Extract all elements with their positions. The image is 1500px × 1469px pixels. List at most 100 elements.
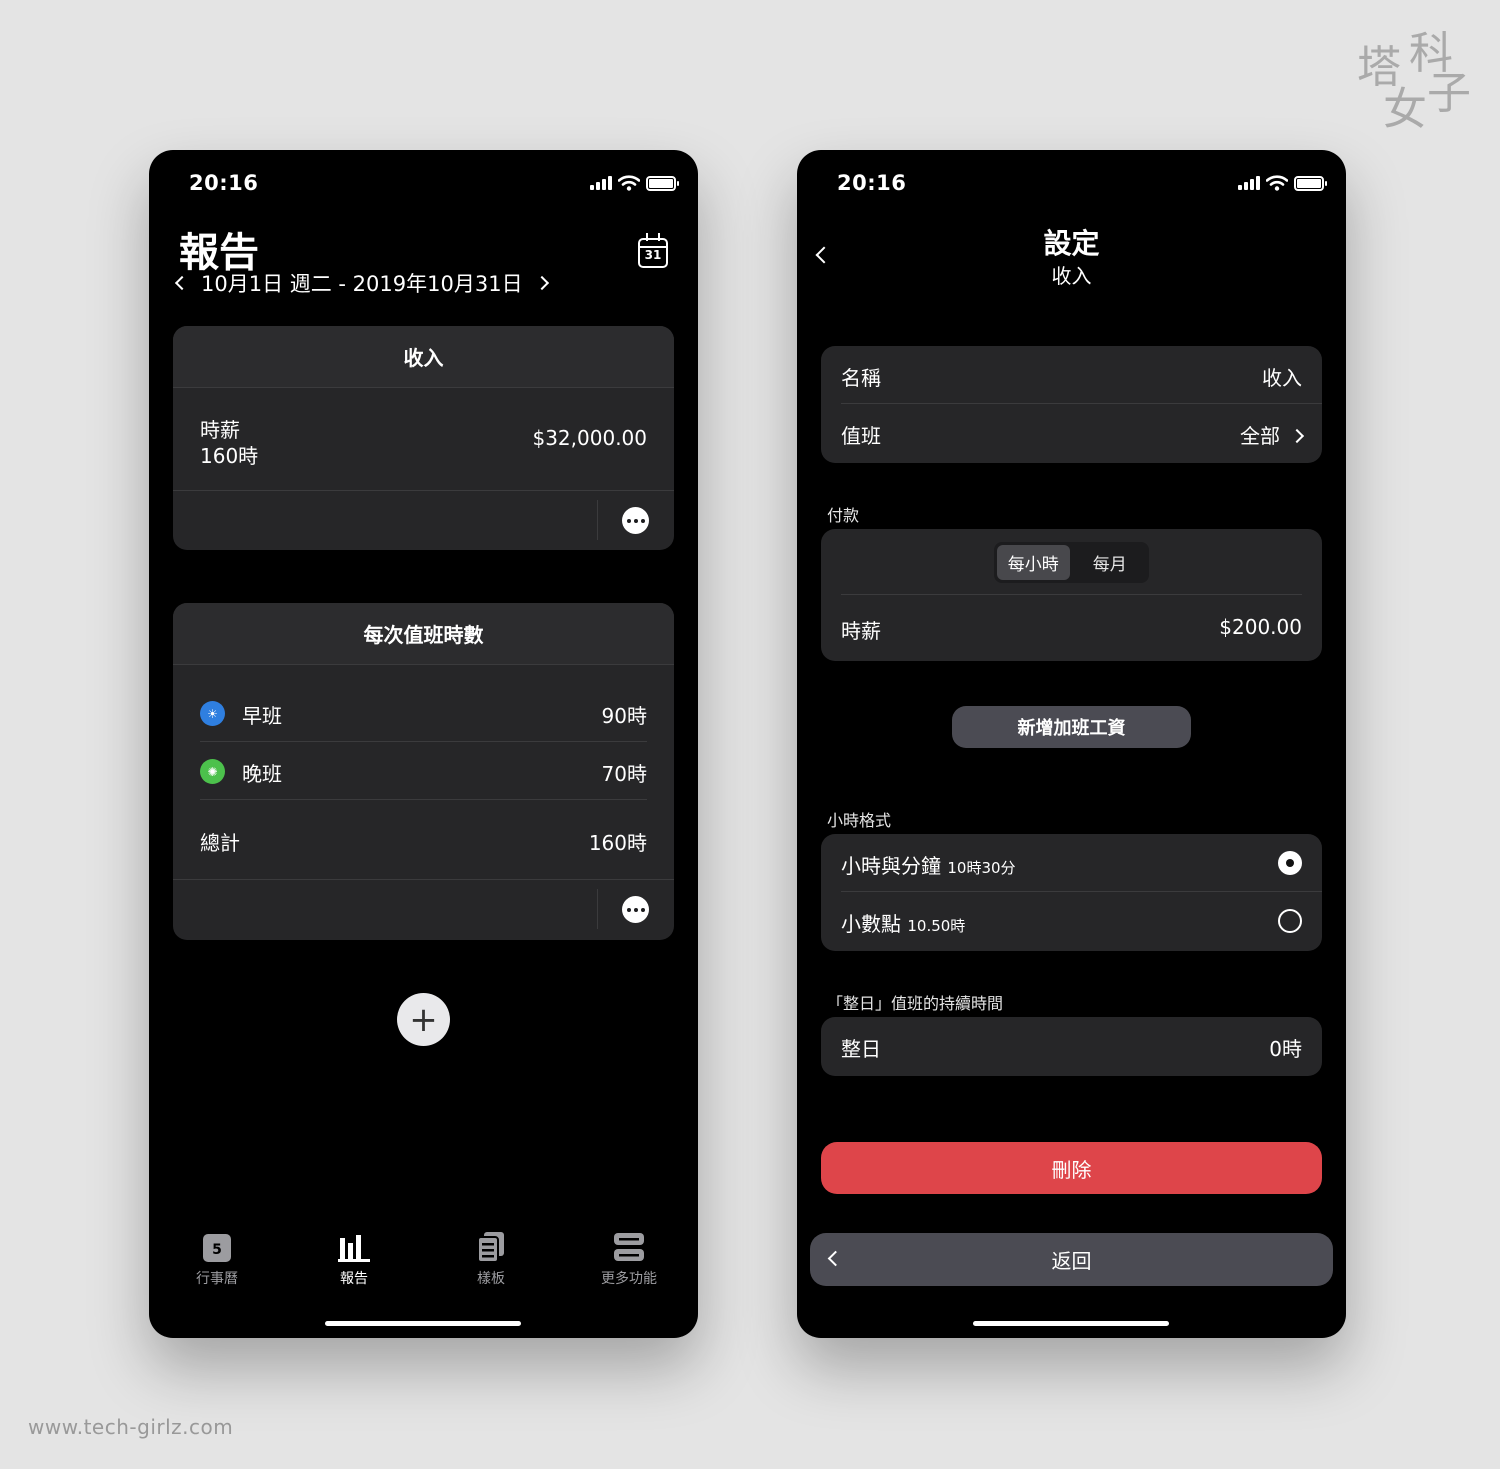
format-option-decimal[interactable]: 小數點 10.50時 <box>841 908 965 937</box>
calendar-day: 31 <box>644 248 662 262</box>
fullday-card: 整日 0時 <box>821 1017 1322 1076</box>
back-label: 返回 <box>1051 1249 1092 1273</box>
hourly-label: 時薪 <box>200 418 240 442</box>
hours-total: 160時 <box>200 444 259 468</box>
page-subtitle: 收入 <box>1051 264 1092 288</box>
vertical-separator <box>597 500 598 540</box>
segment-hourly[interactable]: 每小時 <box>997 545 1070 580</box>
payment-card: 每小時 每月 時薪 $200.00 <box>821 529 1322 661</box>
shift-hours: 70時 <box>601 762 647 786</box>
shift-selector[interactable]: 全部 <box>1240 420 1305 449</box>
calendar-icon[interactable]: 31 <box>638 233 668 268</box>
total-value: 160時 <box>588 831 647 855</box>
shift-name: 早班 <box>242 704 282 728</box>
tab-calendar[interactable]: 5 行事曆 <box>162 1230 272 1288</box>
status-icons <box>590 175 679 191</box>
tab-label: 行事曆 <box>196 1271 238 1287</box>
templates-icon <box>474 1230 508 1264</box>
shift-value: 全部 <box>1240 424 1280 448</box>
prev-period-icon[interactable] <box>174 275 190 291</box>
status-bar: 20:16 <box>837 170 1327 196</box>
fullday-section-label: 「整日」值班的持續時間 <box>827 994 1004 1013</box>
vertical-separator <box>597 889 598 929</box>
shift-hours: 90時 <box>601 704 647 728</box>
home-indicator <box>973 1321 1169 1326</box>
site-url: www.tech-girlz.com <box>28 1415 234 1439</box>
date-range-label: 10月1日 週二 - 2019年10月31日 <box>201 272 523 296</box>
shift-hours-card: 每次值班時數 ☀ 早班 90時 ✺ 晚班 70時 總計 160時 <box>173 603 674 940</box>
option-example: 10.50時 <box>907 917 966 935</box>
rate-value[interactable]: $200.00 <box>1219 615 1302 639</box>
income-card-header: 收入 <box>173 326 674 387</box>
option-label: 小數點 <box>841 912 901 936</box>
total-label: 總計 <box>200 831 240 855</box>
segment-monthly[interactable]: 每月 <box>1074 545 1147 580</box>
divider <box>841 594 1302 595</box>
pay-period-segmented: 每小時 每月 <box>994 542 1149 583</box>
watermark-char: 女 <box>1383 84 1427 135</box>
option-label: 小時與分鐘 <box>841 854 941 878</box>
bar-chart-icon <box>337 1230 371 1264</box>
name-value[interactable]: 收入 <box>1262 362 1302 391</box>
status-bar: 20:16 <box>189 170 679 196</box>
hour-format-card: 小時與分鐘 10時30分 小數點 10.50時 <box>821 834 1322 951</box>
payment-section-label: 付款 <box>827 506 860 525</box>
more-options-button[interactable] <box>622 507 649 534</box>
tab-label: 樣板 <box>477 1271 505 1287</box>
rate-label: 時薪 <box>841 619 881 643</box>
shift-name: 晚班 <box>242 762 282 786</box>
next-period-icon[interactable] <box>534 275 549 291</box>
divider <box>200 741 647 742</box>
signal-icon <box>1238 176 1260 190</box>
radio-selected[interactable] <box>1278 851 1302 875</box>
delete-button[interactable]: 刪除 <box>821 1142 1322 1194</box>
income-card: 收入 時薪 160時 $32,000.00 <box>173 326 674 550</box>
home-indicator <box>325 1321 521 1326</box>
wifi-icon <box>618 175 640 191</box>
tab-bar: 5 行事曆 報告 樣板 更多功能 <box>149 1230 698 1300</box>
battery-icon <box>1294 175 1327 191</box>
shift-card-header: 每次值班時數 <box>173 603 674 664</box>
chevron-right-icon <box>1289 428 1305 444</box>
tab-report[interactable]: 報告 <box>299 1230 409 1288</box>
more-features-icon <box>612 1230 646 1264</box>
signal-icon <box>590 176 612 190</box>
watermark-char: 子 <box>1427 68 1471 119</box>
sun-icon: ✺ <box>200 759 225 784</box>
divider <box>200 799 647 800</box>
divider <box>173 387 674 388</box>
add-overtime-button[interactable]: 新增加班工資 <box>952 706 1191 748</box>
tab-more-features[interactable]: 更多功能 <box>574 1230 684 1288</box>
divider <box>173 490 674 491</box>
general-card: 名稱 收入 值班 全部 <box>821 346 1322 463</box>
wifi-icon <box>1266 175 1288 191</box>
calendar-icon: 5 <box>200 1230 234 1264</box>
settings-screen: 20:16 設定 收入 名稱 收入 值班 全部 付款 每小時 每月 時薪 $20… <box>797 150 1346 1338</box>
divider <box>841 891 1322 892</box>
status-time: 20:16 <box>837 171 907 195</box>
name-label: 名稱 <box>841 366 881 390</box>
shift-label: 值班 <box>841 424 881 448</box>
tab-templates[interactable]: 樣板 <box>436 1230 546 1288</box>
divider <box>173 879 674 880</box>
status-time: 20:16 <box>189 171 259 195</box>
divider <box>173 664 674 665</box>
fullday-value[interactable]: 0時 <box>1269 1033 1302 1062</box>
back-button[interactable]: 返回 <box>810 1233 1333 1286</box>
tab-label: 報告 <box>340 1271 368 1287</box>
option-example: 10時30分 <box>947 859 1016 877</box>
format-option-hm[interactable]: 小時與分鐘 10時30分 <box>841 850 1016 879</box>
fullday-label: 整日 <box>841 1037 881 1061</box>
sunrise-icon: ☀ <box>200 701 225 726</box>
more-options-button[interactable] <box>622 896 649 923</box>
divider <box>841 403 1322 404</box>
income-amount: $32,000.00 <box>532 426 647 450</box>
page-title: 設定 <box>1043 227 1100 260</box>
chevron-left-icon <box>827 1250 844 1267</box>
watermark-logo: 塔 科 女 子 <box>1357 32 1472 142</box>
report-screen: 20:16 報告 10月1日 週二 - 2019年10月31日 31 收入 時薪… <box>149 150 698 1338</box>
status-icons <box>1238 175 1327 191</box>
radio-unselected[interactable] <box>1278 909 1302 933</box>
battery-icon <box>646 175 679 191</box>
add-report-button[interactable]: + <box>397 993 450 1046</box>
